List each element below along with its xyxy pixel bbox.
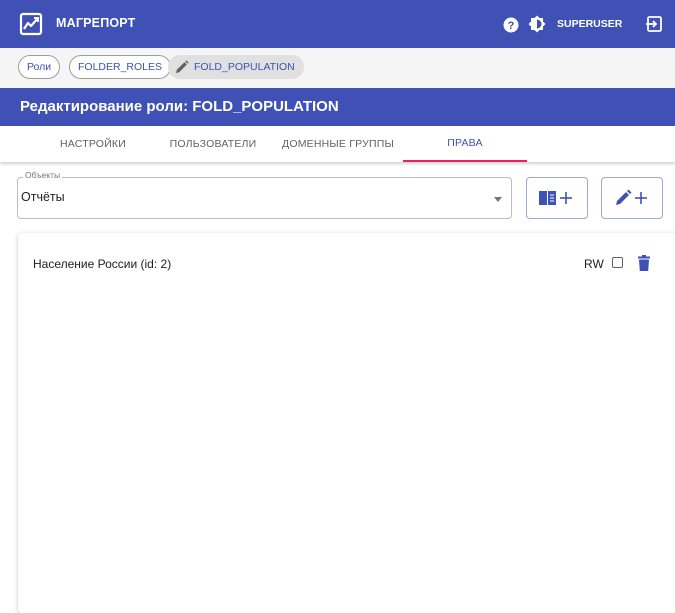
dropdown-arrow-icon[interactable]: [494, 197, 502, 202]
help-icon[interactable]: ?: [503, 17, 519, 33]
breadcrumb-label: Роли: [27, 61, 52, 73]
rw-checkbox[interactable]: [612, 257, 623, 268]
theme-toggle-icon[interactable]: [528, 15, 546, 33]
delete-icon[interactable]: [637, 255, 651, 271]
app-title[interactable]: МАГРЕПОРТ: [56, 16, 136, 30]
page-title: Редактирование роли: FOLD_POPULATION: [20, 98, 339, 115]
tab-label: ПРАВА: [447, 137, 483, 149]
breadcrumb-label: FOLD_POPULATION: [194, 61, 295, 73]
tab-users[interactable]: ПОЛЬЗОВАТЕЛИ: [153, 126, 273, 162]
tab-bar: НАСТРОЙКИ ПОЛЬЗОВАТЕЛИ ДОМЕННЫЕ ГРУППЫ П…: [0, 126, 675, 162]
permission-object-name: Население России (id: 2): [33, 257, 172, 271]
page-header: Редактирование роли: FOLD_POPULATION: [0, 88, 675, 126]
pencil-plus-icon: [616, 189, 647, 205]
tab-domain-groups[interactable]: ДОМЕННЫЕ ГРУППЫ: [273, 126, 403, 162]
tab-label: ПОЛЬЗОВАТЕЛИ: [169, 138, 257, 150]
logout-icon[interactable]: [645, 15, 663, 33]
breadcrumb-folder-roles[interactable]: FOLDER_ROLES: [69, 55, 172, 79]
objects-select-value[interactable]: Отчёты: [21, 190, 65, 204]
pencil-icon: [176, 60, 189, 73]
permissions-card: [18, 233, 675, 613]
breadcrumb: Роли FOLDER_ROLES FOLD_POPULATION: [0, 48, 675, 88]
objects-select-label: Объекты: [23, 170, 63, 180]
breadcrumb-label: FOLDER_ROLES: [78, 61, 163, 73]
rw-label: RW: [584, 257, 604, 271]
breadcrumb-roles[interactable]: Роли: [18, 55, 61, 79]
tab-label: ДОМЕННЫЕ ГРУППЫ: [282, 138, 394, 150]
app-bar: МАГРЕПОРТ ? SUPERUSER: [0, 0, 675, 48]
objects-select[interactable]: [17, 177, 512, 219]
book-plus-icon: [539, 191, 572, 205]
add-object-button[interactable]: [526, 177, 588, 219]
svg-text:?: ?: [508, 20, 515, 32]
breadcrumb-current-role[interactable]: FOLD_POPULATION: [168, 55, 304, 79]
tab-permissions[interactable]: ПРАВА: [403, 126, 527, 162]
tab-settings[interactable]: НАСТРОЙКИ: [33, 126, 153, 162]
tab-label: НАСТРОЙКИ: [60, 138, 126, 150]
app-logo-icon[interactable]: [19, 12, 43, 36]
add-edit-button[interactable]: [601, 177, 663, 219]
current-user-label[interactable]: SUPERUSER: [557, 18, 622, 30]
